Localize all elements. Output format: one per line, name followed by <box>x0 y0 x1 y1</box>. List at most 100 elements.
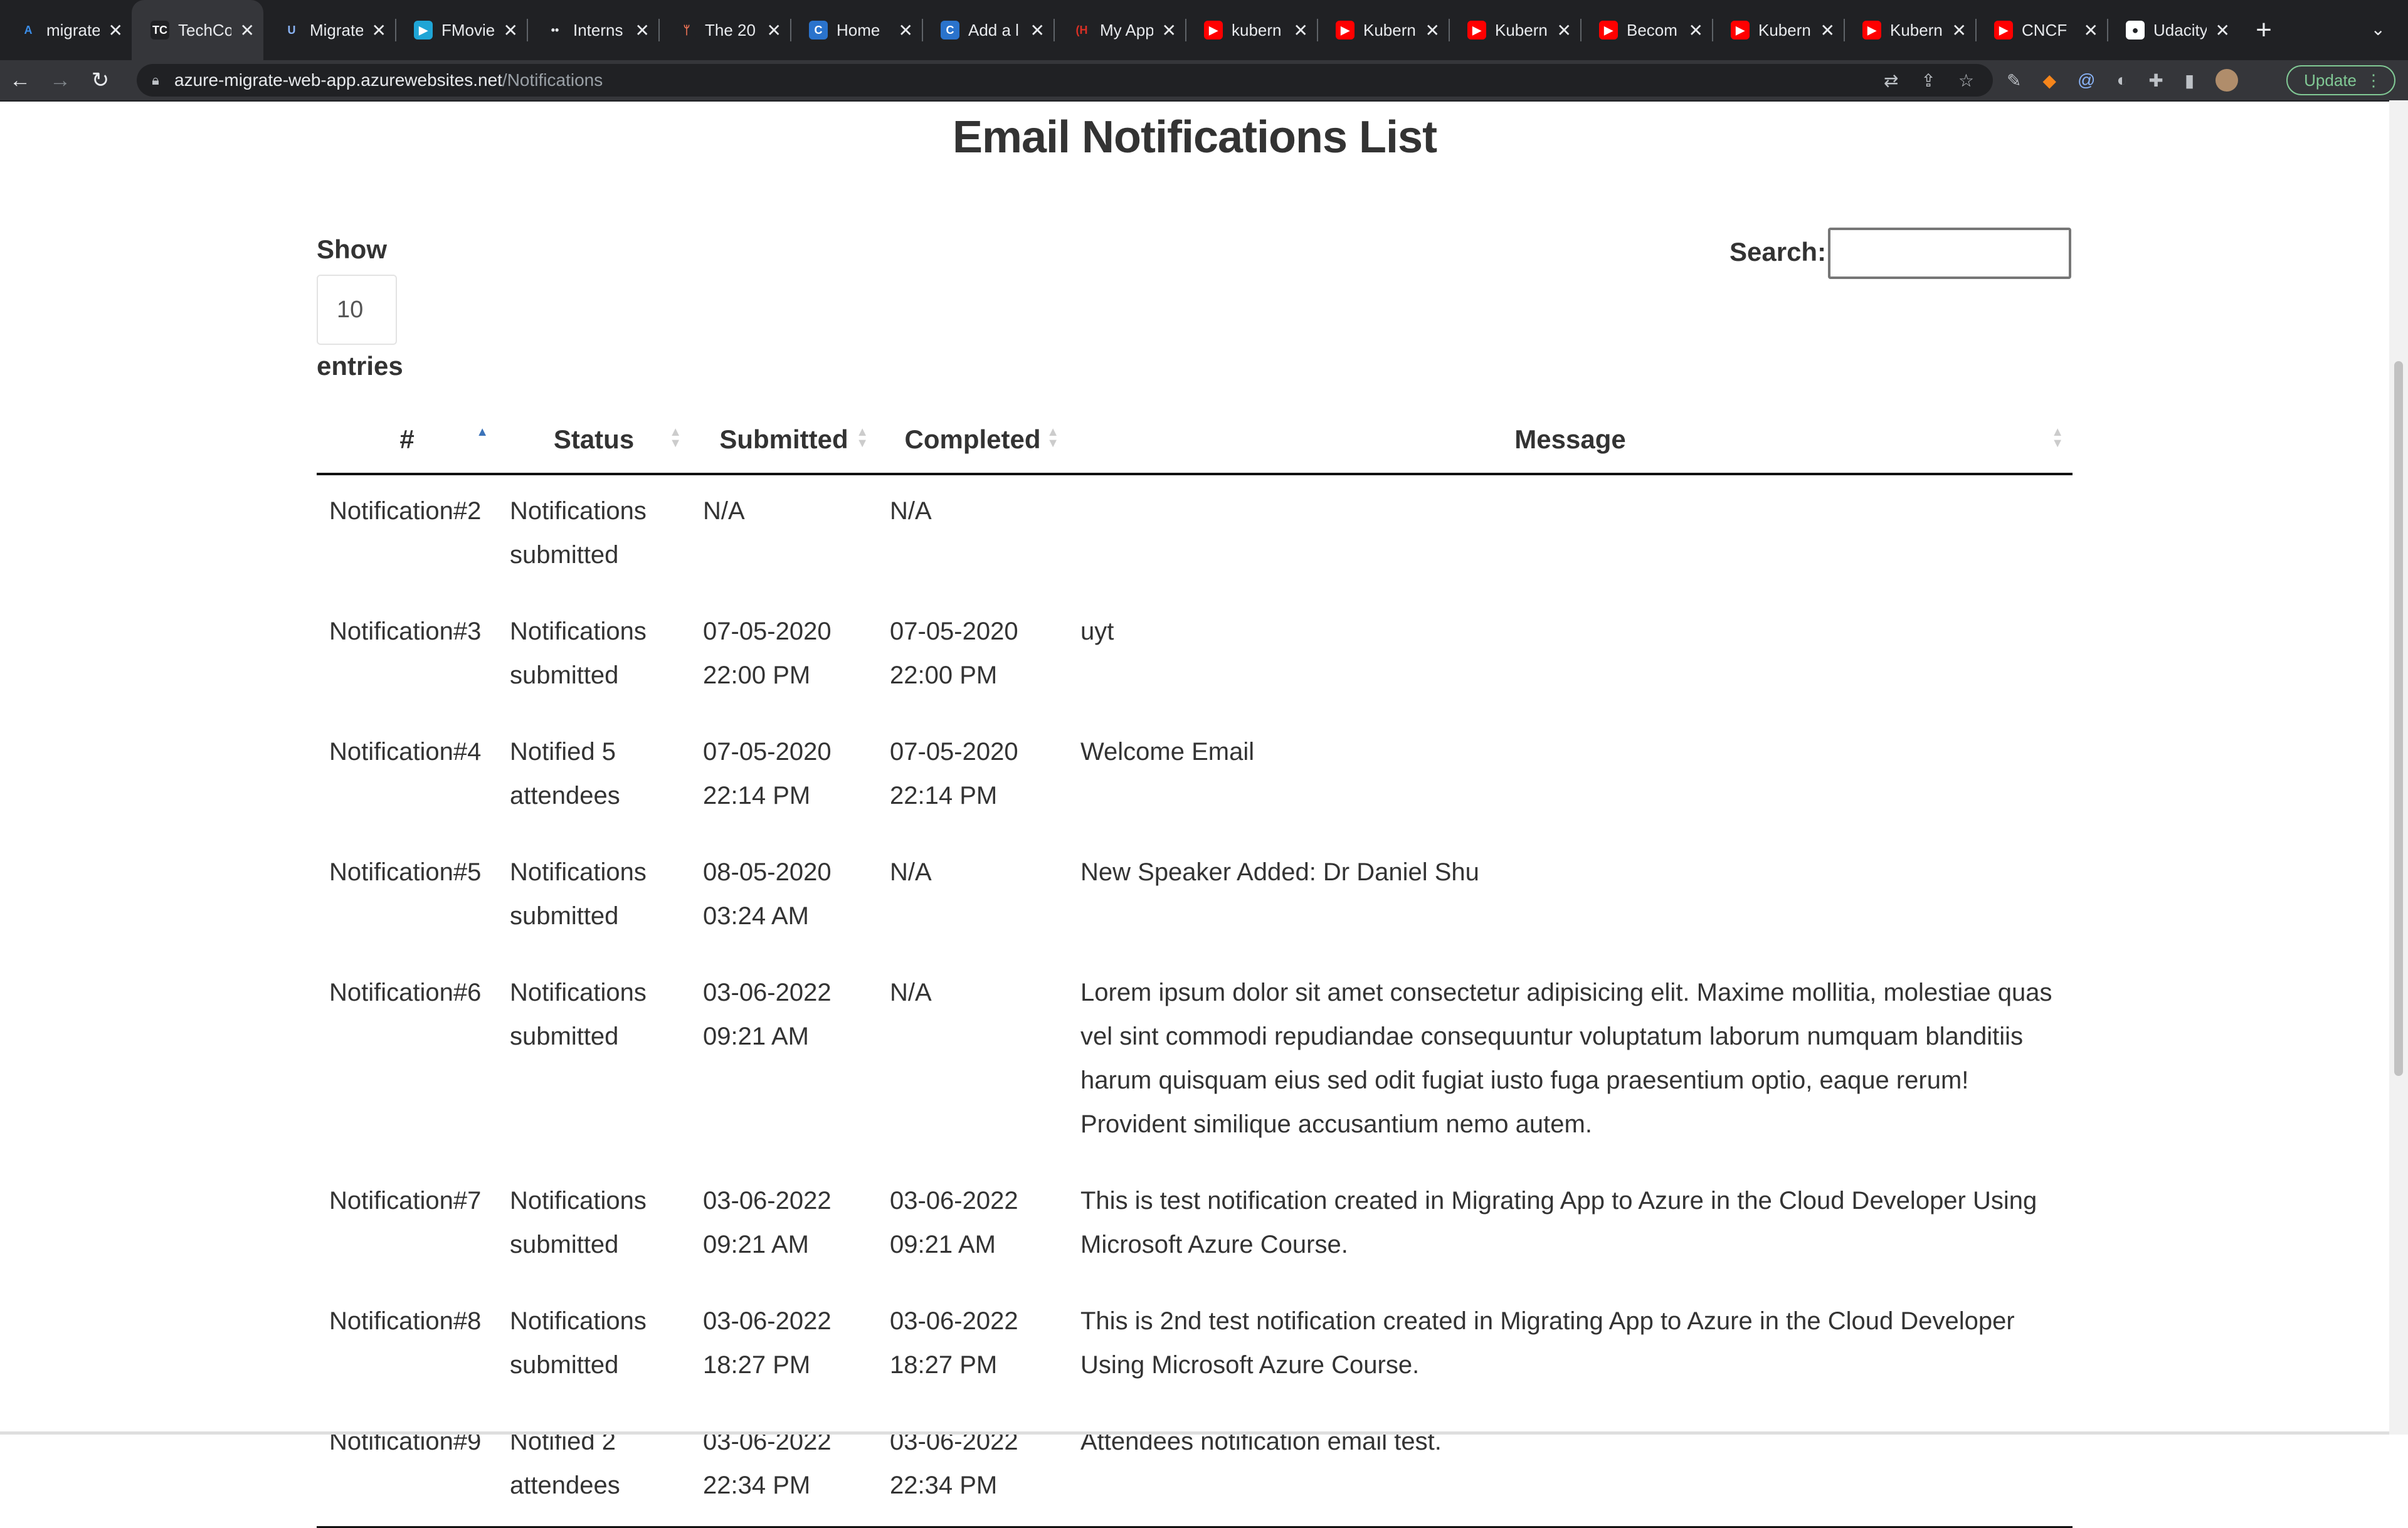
browser-tab[interactable]: ● Udacity ✕ <box>2107 0 2239 60</box>
browser-tab[interactable]: ▶ FMovie ✕ <box>395 0 527 60</box>
back-button[interactable]: ← <box>0 60 40 100</box>
tab-close-icon[interactable]: ✕ <box>1425 20 1440 41</box>
tab-title: kubern <box>1232 20 1282 40</box>
table-row: Notification#4 Notified 5 attendees 07-05-… <box>317 716 2073 836</box>
notification-id-cell: Notification#8 <box>329 1307 482 1335</box>
tab-title: CNCF <box>2022 20 2067 40</box>
puzzle-extensions-icon[interactable]: ✚ <box>2148 70 2163 91</box>
tab-close-icon[interactable]: ✕ <box>1030 20 1045 41</box>
browser-tab[interactable]: U Migrate ✕ <box>263 0 395 60</box>
column-header-completed[interactable]: Completed ▲ ▼ <box>877 406 1068 475</box>
browser-tab[interactable]: Amigrate ✕ <box>0 0 132 60</box>
tab-close-icon[interactable]: ✕ <box>1820 20 1835 41</box>
update-button[interactable]: Update ⋮ <box>2286 65 2395 95</box>
tab-close-icon[interactable]: ✕ <box>2215 20 2230 41</box>
circle-extension-icon[interactable]: ◐ <box>2116 70 2127 90</box>
tab-close-icon[interactable]: ✕ <box>1952 20 1967 41</box>
tab-title: Interns <box>573 20 623 40</box>
forward-button[interactable]: → <box>40 60 80 100</box>
tab-close-icon[interactable]: ✕ <box>1162 20 1176 41</box>
search-input[interactable] <box>1828 228 2071 279</box>
tab-close-icon[interactable]: ✕ <box>1294 20 1308 41</box>
column-header-label: # <box>399 424 415 454</box>
browser-tab[interactable]: ▶ CNCF ✕ <box>1975 0 2107 60</box>
at-extension-icon[interactable]: @ <box>2078 70 2095 90</box>
browser-tab[interactable]: (H My App ✕ <box>1054 0 1185 60</box>
metamask-fox-icon[interactable]: ◆ <box>2042 70 2056 91</box>
youtube-icon: ▶ <box>1731 21 1750 40</box>
lock-icon[interactable]: 🔒︎ <box>137 72 174 88</box>
browser-tab[interactable]: TC TechCo ✕ <box>132 0 263 60</box>
column-header-label: Completed <box>904 424 1041 454</box>
table-row: Notification#7 Notifications submitted 03-… <box>317 1165 2073 1285</box>
dots-icon: •• <box>546 21 564 40</box>
reload-button[interactable]: ↻ <box>80 60 120 100</box>
address-bar[interactable]: 🔒︎ azure-migrate-web-app.azurewebsites.n… <box>137 64 1993 97</box>
tab-search-chevron-icon[interactable]: ⌄ <box>2371 19 2385 40</box>
pen-extension-icon[interactable]: ✎ <box>2007 70 2021 91</box>
profile-avatar[interactable] <box>2215 69 2239 92</box>
browser-tab[interactable]: ▶ Kubern ✕ <box>1317 0 1449 60</box>
translate-icon[interactable]: ⇄ <box>1884 70 1898 91</box>
tab-close-icon[interactable]: ✕ <box>504 20 518 41</box>
column-header-number[interactable]: # ▲ <box>317 406 497 475</box>
sort-arrows-icon[interactable]: ▲ <box>476 426 488 438</box>
share-icon[interactable]: ⇪ <box>1921 70 1935 91</box>
tab-close-icon[interactable]: ✕ <box>108 20 123 41</box>
extensions-bar: ✎ ◆ @ ◐ ✚ ▮ <box>2007 60 2239 100</box>
azure-icon: A <box>19 21 38 40</box>
column-header-message[interactable]: Message ▲ ▼ <box>1068 406 2073 475</box>
tab-close-icon[interactable]: ✕ <box>635 20 650 41</box>
tab-title: migrate <box>46 20 100 40</box>
tab-list: Amigrate ✕ TC TechCo ✕ U Migrate ✕ ▶ FMovie ✕ •• Int… <box>0 0 2239 60</box>
tab-close-icon[interactable]: ✕ <box>1557 20 1571 41</box>
browser-tab[interactable]: ▶ Kubern ✕ <box>1844 0 1975 60</box>
submitted-cell: 03-06-2022 18:27 PM <box>703 1307 832 1379</box>
scrollbar-thumb[interactable] <box>2394 361 2403 1076</box>
tab-close-icon[interactable]: ✕ <box>2084 20 2098 41</box>
browser-tab[interactable]: ▶ Kubern ✕ <box>1449 0 1580 60</box>
update-label: Update <box>2304 70 2357 90</box>
browser-tab[interactable]: ▶ kubern ✕ <box>1185 0 1317 60</box>
column-header-status[interactable]: Status ▲ ▼ <box>497 406 690 475</box>
column-header-submitted[interactable]: Submitted ▲ ▼ <box>690 406 877 475</box>
new-tab-button[interactable]: + <box>2239 0 2289 60</box>
sort-arrows-icon[interactable]: ▲ ▼ <box>856 426 869 450</box>
column-header-label: Submitted <box>719 424 848 454</box>
kebab-menu-icon[interactable]: ⋮ <box>2365 71 2382 90</box>
completed-cell: 07-05-2020 22:00 PM <box>890 618 1018 689</box>
youtube-icon: ▶ <box>1336 21 1354 40</box>
completed-cell: N/A <box>890 979 932 1006</box>
sort-arrows-icon[interactable]: ▲ ▼ <box>1047 426 1059 450</box>
page-length-select[interactable]: 10 <box>317 275 397 345</box>
submitted-cell: 07-05-2020 22:00 PM <box>703 618 832 689</box>
message-cell <box>1068 474 2073 596</box>
youtube-icon: ▶ <box>1599 21 1618 40</box>
message-cell: This is 2nd test notification created in… <box>1080 1307 2015 1379</box>
browser-tab[interactable]: C Add a l ✕ <box>922 0 1054 60</box>
completed-cell: N/A <box>890 497 932 525</box>
completed-cell: 03-06-2022 22:34 PM <box>877 1406 1068 1528</box>
github-icon: ● <box>2126 21 2145 40</box>
tab-close-icon[interactable]: ✕ <box>240 20 255 41</box>
browser-tab[interactable]: ▶ Kubern ✕ <box>1712 0 1844 60</box>
tab-title: My App <box>1100 20 1153 40</box>
sort-arrows-icon[interactable]: ▲ ▼ <box>2051 426 2064 450</box>
bookmark-star-icon[interactable]: ☆ <box>1958 70 1974 91</box>
browser-tab[interactable]: C Home ✕ <box>790 0 922 60</box>
browser-tab[interactable]: ▶ Becom ✕ <box>1580 0 1712 60</box>
horizontal-scrollbar[interactable] <box>0 1431 2389 1435</box>
side-panel-icon[interactable]: ▮ <box>2185 70 2194 91</box>
sort-arrows-icon[interactable]: ▲ ▼ <box>669 426 682 450</box>
tab-close-icon[interactable]: ✕ <box>1689 20 1703 41</box>
tab-close-icon[interactable]: ✕ <box>767 20 781 41</box>
submitted-cell: 07-05-2020 22:14 PM <box>703 738 832 809</box>
tab-title: Kubern <box>1890 20 1943 40</box>
table-row: Notification#6 Notifications submitted 03-… <box>317 957 2073 1165</box>
tab-close-icon[interactable]: ✕ <box>372 20 386 41</box>
tab-title: Kubern <box>1758 20 1811 40</box>
browser-tab[interactable]: •• Interns ✕ <box>527 0 658 60</box>
tab-close-icon[interactable]: ✕ <box>899 20 913 41</box>
vertical-scrollbar[interactable] <box>2389 100 2408 1435</box>
browser-tab[interactable]: ᛘ The 20 ✕ <box>658 0 790 60</box>
